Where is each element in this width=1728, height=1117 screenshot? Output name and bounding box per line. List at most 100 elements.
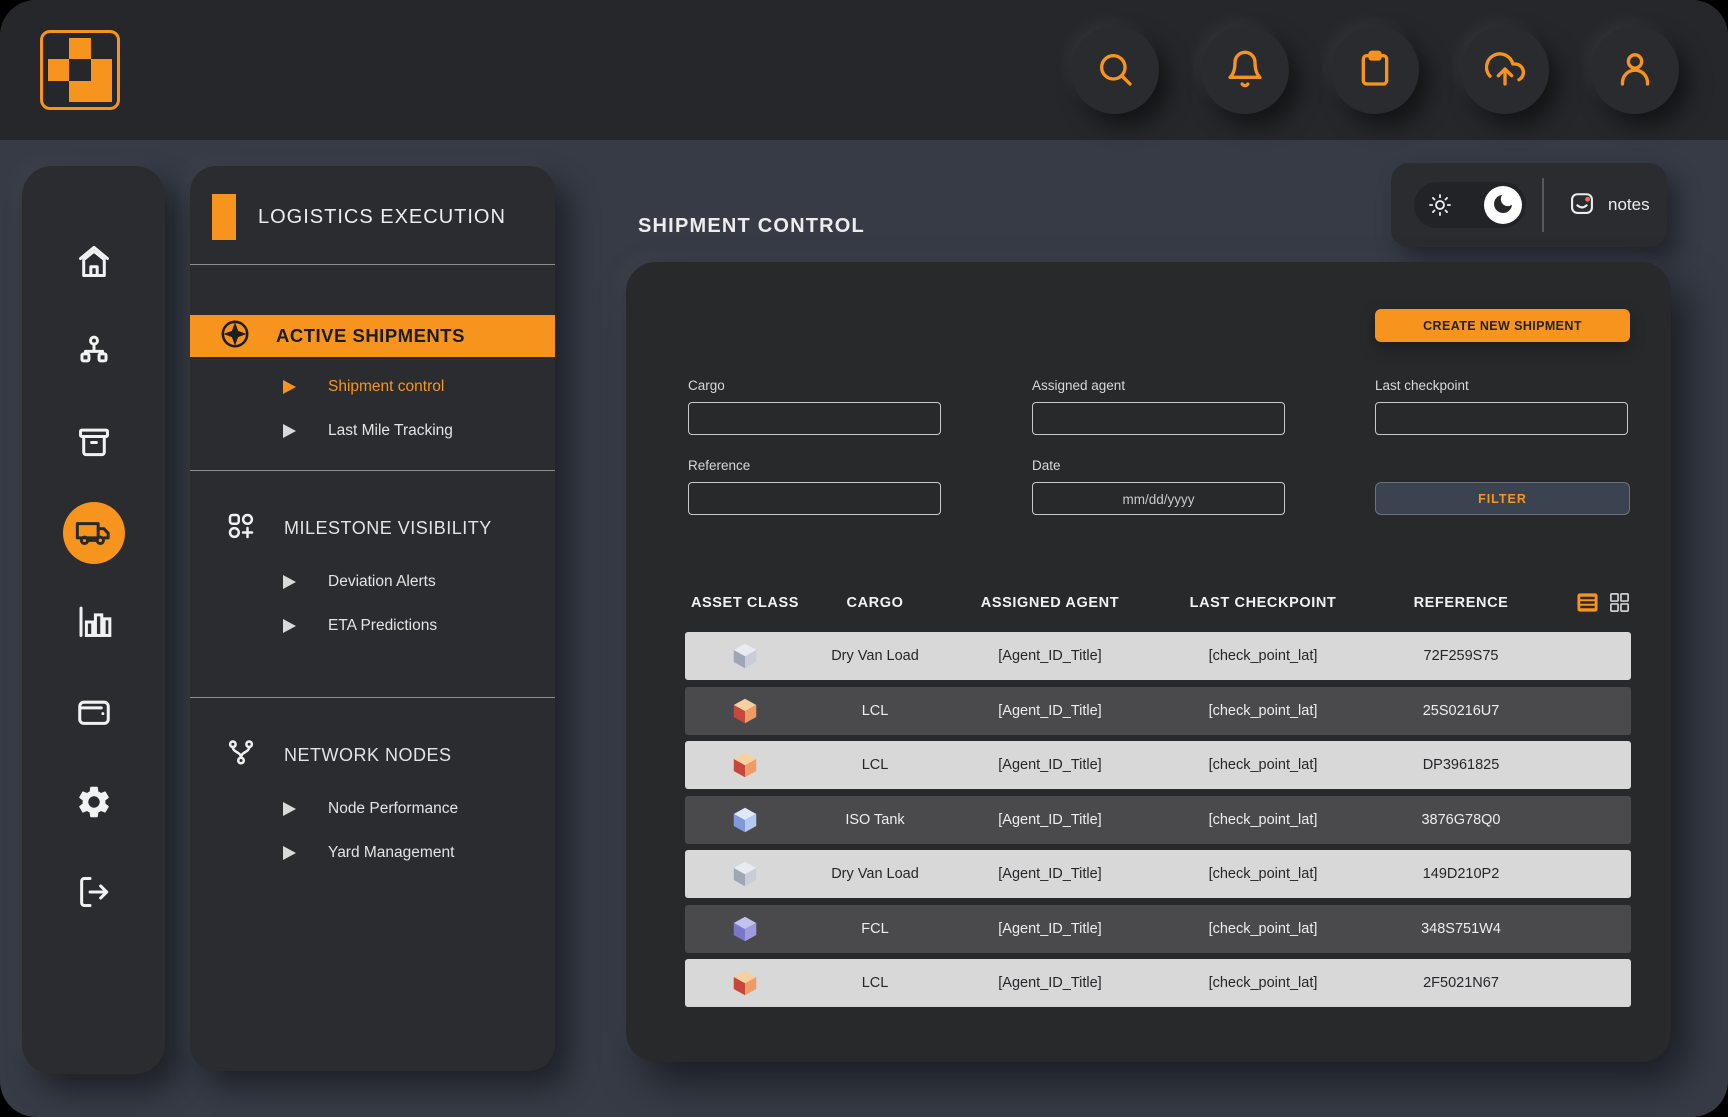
reference-cell: 348S751W4 (1371, 921, 1551, 937)
compass-icon (218, 317, 252, 356)
last-checkpoint-cell: [check_point_lat] (1155, 921, 1371, 937)
nav-item-deviation-alerts[interactable]: Deviation Alerts (190, 560, 555, 604)
shipment-row[interactable]: LCL [Agent_ID_Title] [check_point_lat] 2… (685, 959, 1631, 1007)
logo-cell (91, 59, 112, 80)
shipment-row[interactable]: Dry Van Load [Agent_ID_Title] [check_poi… (685, 850, 1631, 898)
nav-section-label: NETWORK NODES (284, 745, 452, 766)
rail-item-settings[interactable] (49, 758, 139, 848)
nav-item-last-mile-tracking[interactable]: Last Mile Tracking (190, 409, 555, 453)
column-header-cargo: CARGO (805, 595, 945, 611)
app-window: LOGISTICS EXECUTION ACTIVE SHIPMENTS Shi… (0, 0, 1728, 1117)
triangle-icon (283, 424, 296, 438)
shipment-row[interactable]: LCL [Agent_ID_Title] [check_point_lat] 2… (685, 687, 1631, 735)
nav-item-node-performance[interactable]: Node Performance (190, 787, 555, 831)
module-nav-panel: LOGISTICS EXECUTION ACTIVE SHIPMENTS Shi… (190, 166, 555, 1071)
assigned-agent-cell: [Agent_ID_Title] (945, 757, 1155, 773)
accent-block (212, 194, 236, 240)
reference-input[interactable] (688, 482, 941, 515)
upload-button[interactable] (1461, 26, 1549, 114)
column-header-reference: REFERENCE (1371, 595, 1551, 611)
profile-button[interactable] (1591, 26, 1679, 114)
assigned-agent-cell: [Agent_ID_Title] (945, 812, 1155, 828)
cargo-cell: Dry Van Load (805, 866, 945, 882)
notifications-button[interactable] (1201, 26, 1289, 114)
cargo-cell: LCL (805, 975, 945, 991)
create-new-shipment-button[interactable]: CREATE NEW SHIPMENT (1375, 309, 1630, 342)
last-checkpoint-input[interactable] (1375, 402, 1628, 435)
page-title: SHIPMENT CONTROL (638, 215, 865, 238)
triangle-icon (283, 619, 296, 633)
nav-item-label: Deviation Alerts (328, 573, 436, 591)
assigned-agent-cell: [Agent_ID_Title] (945, 975, 1155, 991)
rail-item-shipments[interactable] (49, 488, 139, 578)
assigned-agent-input[interactable] (1032, 402, 1285, 435)
assigned-agent-cell: [Agent_ID_Title] (945, 921, 1155, 937)
assigned-agent-label: Assigned agent (1032, 378, 1285, 394)
last-checkpoint-cell: [check_point_lat] (1155, 975, 1371, 991)
archive-icon (75, 423, 113, 464)
last-checkpoint-cell: [check_point_lat] (1155, 812, 1371, 828)
nav-item-label: Shipment control (328, 378, 444, 396)
search-button[interactable] (1071, 26, 1159, 114)
nav-item-yard-management[interactable]: Yard Management (190, 831, 555, 875)
light-mode-button[interactable] (1427, 192, 1453, 218)
icon-rail (22, 166, 165, 1074)
clipboard-button[interactable] (1331, 26, 1419, 114)
cargo-cell: ISO Tank (805, 812, 945, 828)
dark-mode-button[interactable] (1484, 186, 1522, 224)
network-icon (226, 738, 256, 773)
shipments-table: ASSET CLASS CARGO ASSIGNED AGENT LAST CH… (685, 590, 1631, 1014)
reference-cell: 149D210P2 (1371, 866, 1551, 882)
nav-item-eta-predictions[interactable]: ETA Predictions (190, 604, 555, 648)
last-checkpoint-cell: [check_point_lat] (1155, 757, 1371, 773)
divider (1542, 178, 1544, 232)
reference-label: Reference (688, 458, 941, 474)
reference-cell: 25S0216U7 (1371, 703, 1551, 719)
rail-item-billing[interactable] (49, 668, 139, 758)
shipment-row[interactable]: LCL [Agent_ID_Title] [check_point_lat] D… (685, 741, 1631, 789)
shipment-row[interactable]: FCL [Agent_ID_Title] [check_point_lat] 3… (685, 905, 1631, 953)
logo-cell (69, 38, 90, 59)
rail-item-home[interactable] (49, 218, 139, 308)
rail-item-network[interactable] (49, 308, 139, 398)
logo-cell (48, 38, 69, 59)
last-checkpoint-field: Last checkpoint (1375, 378, 1628, 435)
reference-field: Reference (688, 458, 941, 515)
column-header-asset-class: ASSET CLASS (685, 595, 805, 611)
nav-section-network-nodes[interactable]: NETWORK NODES (190, 698, 555, 779)
assigned-agent-cell: [Agent_ID_Title] (945, 866, 1155, 882)
reference-cell: DP3961825 (1371, 757, 1551, 773)
truck-icon (74, 512, 114, 555)
shipment-row[interactable]: ISO Tank [Agent_ID_Title] [check_point_l… (685, 796, 1631, 844)
nav-section-active-shipments[interactable]: ACTIVE SHIPMENTS (190, 315, 555, 357)
cargo-field: Cargo (688, 378, 941, 435)
rail-item-inventory[interactable] (49, 398, 139, 488)
nav-section-label: MILESTONE VISIBILITY (284, 518, 492, 539)
list-view-button[interactable] (1576, 591, 1599, 614)
header-widgets: notes (1391, 163, 1667, 247)
logo-cell (91, 38, 112, 59)
sun-icon (1427, 206, 1453, 221)
asset-class-icon (685, 914, 805, 944)
nav-subitems: Deviation Alerts ETA Predictions (190, 552, 555, 648)
rail-item-logout[interactable] (49, 848, 139, 938)
asset-class-icon (685, 641, 805, 671)
shipment-row[interactable]: Dry Van Load [Agent_ID_Title] [check_poi… (685, 632, 1631, 680)
rail-item-analytics[interactable] (49, 578, 139, 668)
triangle-icon (283, 575, 296, 589)
filter-button[interactable]: FILTER (1375, 482, 1630, 515)
cargo-input[interactable] (688, 402, 941, 435)
cloud-upload-icon (1485, 49, 1525, 92)
theme-toggle[interactable] (1414, 182, 1526, 228)
nav-item-shipment-control[interactable]: Shipment control (190, 365, 555, 409)
notes-button[interactable]: notes (1562, 188, 1656, 223)
nav-panel-title: LOGISTICS EXECUTION (258, 206, 506, 229)
nav-item-label: Node Performance (328, 800, 458, 818)
asset-class-icon (685, 968, 805, 998)
grid-view-button[interactable] (1608, 591, 1631, 614)
logo-cell (48, 59, 69, 80)
nav-section-milestone-visibility[interactable]: MILESTONE VISIBILITY (190, 471, 555, 552)
gear-icon (75, 783, 113, 824)
date-input[interactable] (1032, 482, 1285, 515)
shipment-control-panel: CREATE NEW SHIPMENT Cargo Assigned agent… (626, 262, 1671, 1062)
